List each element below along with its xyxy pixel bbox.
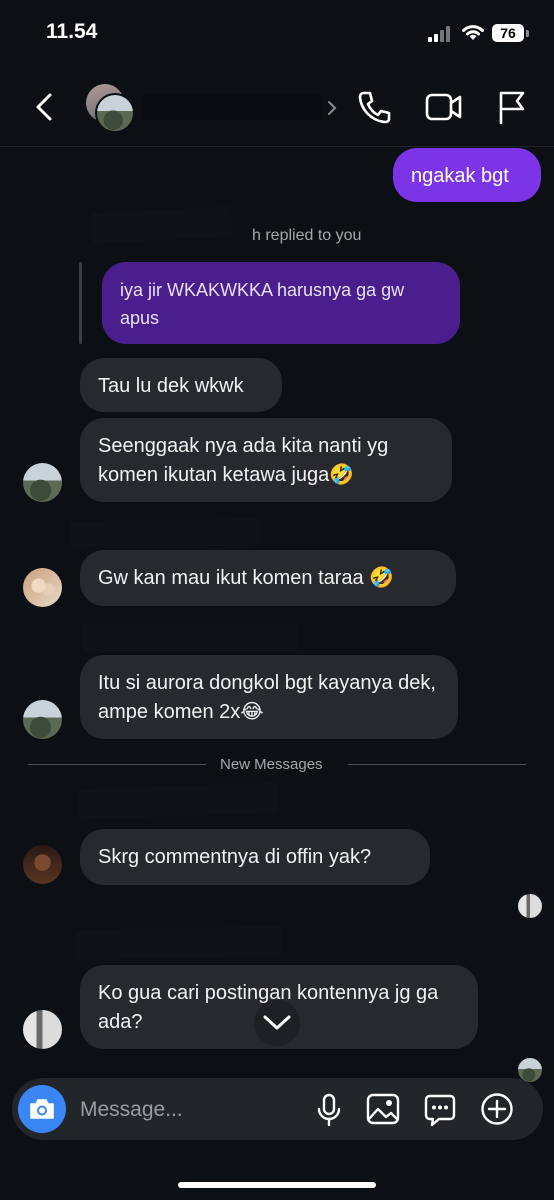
new-messages-divider: New Messages xyxy=(220,756,323,773)
status-time: 11.54 xyxy=(46,20,98,43)
quoted-message[interactable]: iya jir WKAKWKKA harusnya ga gw apus xyxy=(102,262,460,344)
sender-avatar[interactable] xyxy=(23,845,62,884)
chevron-right-icon xyxy=(327,100,337,121)
video-camera-icon xyxy=(425,93,462,121)
contact-name-redacted[interactable] xyxy=(142,94,322,120)
incoming-message[interactable]: Gw kan mau ikut komen taraa 🤣 xyxy=(80,550,456,606)
divider-line-left xyxy=(28,764,206,765)
voice-message-button[interactable] xyxy=(315,1093,343,1127)
scroll-to-bottom-button[interactable] xyxy=(254,1000,300,1046)
incoming-message[interactable]: Seenggaak nya ada kita nanti yg komen ik… xyxy=(80,418,452,502)
sender-name-redacted xyxy=(77,782,279,820)
seen-by-avatar xyxy=(518,894,542,918)
sender-avatar[interactable] xyxy=(23,463,62,502)
microphone-icon xyxy=(317,1093,341,1127)
camera-icon xyxy=(30,1099,54,1119)
battery-tip xyxy=(526,30,529,37)
home-indicator xyxy=(178,1182,376,1188)
incoming-message[interactable]: Itu si aurora dongkol bgt kayanya dek, a… xyxy=(80,655,458,739)
message-input[interactable] xyxy=(80,1094,280,1126)
camera-button[interactable] xyxy=(18,1085,66,1133)
flag-icon xyxy=(499,91,525,125)
incoming-message[interactable]: Skrg commentnya di offin yak? xyxy=(80,829,430,885)
sender-avatar[interactable] xyxy=(23,1010,62,1049)
sender-avatar[interactable] xyxy=(23,700,62,739)
more-options-button[interactable] xyxy=(480,1092,514,1126)
video-call-button[interactable] xyxy=(424,90,464,124)
report-button[interactable] xyxy=(496,89,528,125)
battery-level: 76 xyxy=(492,24,524,42)
wifi-icon xyxy=(460,22,486,42)
outgoing-message[interactable]: ngakak bgt xyxy=(393,148,541,202)
gallery-button[interactable] xyxy=(366,1093,400,1125)
plus-circle-icon xyxy=(481,1093,513,1125)
divider-line-right xyxy=(348,764,526,765)
sender-avatar[interactable] xyxy=(23,568,62,607)
chevron-down-icon xyxy=(263,1015,291,1030)
sender-name-redacted xyxy=(69,518,261,548)
sticker-button[interactable] xyxy=(423,1093,457,1127)
cellular-signal-icon xyxy=(428,26,454,42)
group-avatar-front[interactable] xyxy=(95,93,135,133)
reply-indicator-line xyxy=(79,262,82,344)
chevron-left-icon xyxy=(36,93,52,121)
image-icon xyxy=(366,1093,400,1125)
incoming-message[interactable]: Tau lu dek wkwk xyxy=(80,358,282,412)
back-button[interactable] xyxy=(30,92,60,122)
header-divider xyxy=(0,146,554,147)
reply-sender-redacted xyxy=(91,206,233,244)
reply-label: h replied to you xyxy=(252,227,362,244)
phone-icon xyxy=(358,91,391,124)
chat-bubble-icon xyxy=(424,1094,456,1127)
sender-name-redacted xyxy=(75,926,283,960)
call-button[interactable] xyxy=(356,89,392,125)
seen-by-avatar xyxy=(518,1058,542,1082)
sender-name-redacted xyxy=(82,624,298,652)
